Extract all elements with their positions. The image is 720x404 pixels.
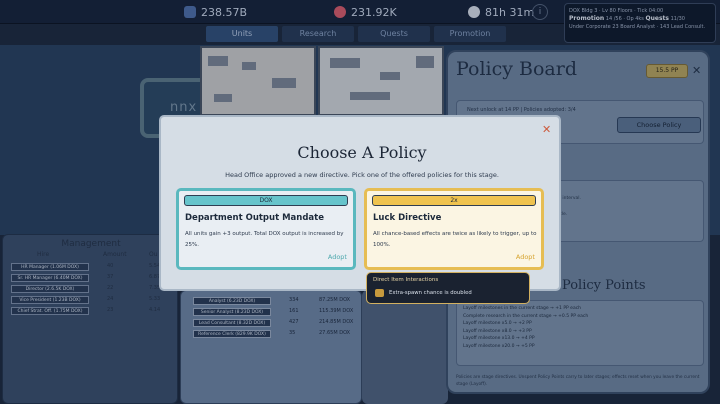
policy-description: All chance-based effects are twice as li… xyxy=(373,231,537,248)
policy-card-output-mandate[interactable]: DOX Department Output Mandate All units … xyxy=(176,188,356,270)
policy-name: Department Output Mandate xyxy=(185,213,324,223)
item-icon xyxy=(375,289,384,297)
choose-policy-modal: ✕ Choose A Policy Head Office approved a… xyxy=(159,115,561,291)
adopt-button[interactable]: Adopt xyxy=(516,253,535,261)
modal-title: Choose A Policy xyxy=(297,143,427,162)
adopt-button[interactable]: Adopt xyxy=(328,253,347,261)
tooltip-text: Extra-spawn chance is doubled xyxy=(389,290,472,296)
policy-tag: DOX xyxy=(184,195,348,206)
policy-description: All units gain +3 output. Total DOX outp… xyxy=(185,231,344,248)
close-icon[interactable]: ✕ xyxy=(542,123,551,136)
policy-tag: 2x xyxy=(372,195,536,206)
modal-subtitle: Head Office approved a new directive. Pi… xyxy=(225,171,499,179)
tooltip-title: Direct Item Interactions xyxy=(373,277,439,283)
policy-name: Luck Directive xyxy=(373,213,442,223)
policy-card-luck-directive[interactable]: 2x Luck Directive All chance-based effec… xyxy=(364,188,544,270)
item-interaction-tooltip: Direct Item Interactions Extra-spawn cha… xyxy=(366,272,530,304)
